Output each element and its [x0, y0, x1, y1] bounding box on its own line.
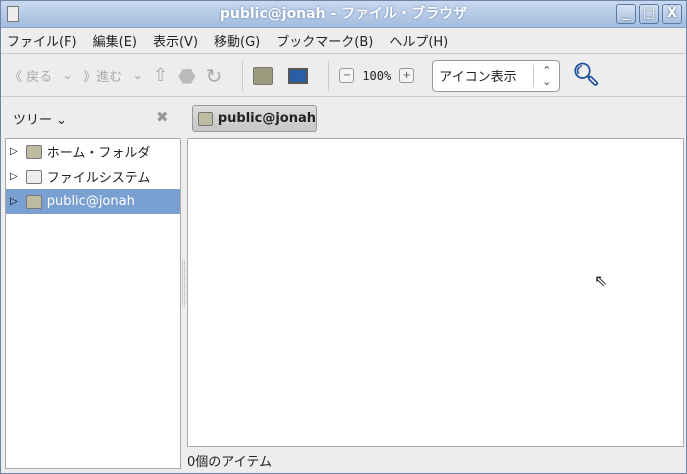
expander-icon[interactable]: ▷ — [10, 171, 18, 182]
chevron-down-icon: ⌄ — [52, 113, 68, 128]
network-folder-icon — [25, 194, 42, 209]
path-button-label: public@jonah — [217, 111, 316, 126]
menu-bookmarks[interactable]: ブックマーク(B) — [276, 31, 373, 50]
zoom-out-button[interactable]: − — [339, 68, 355, 83]
file-browser-window: public@jonah - ファイル・ブラウザ _ □ X ファイル(F) 編… — [0, 0, 687, 474]
file-view[interactable]: ⇖ — [187, 138, 684, 447]
menu-bar: ファイル(F) 編集(E) 表示(V) 移動(G) ブックマーク(B) ヘルプ(… — [1, 28, 686, 54]
menu-view[interactable]: 表示(V) — [153, 31, 198, 50]
sidebar-tree: ▷ ホーム・フォルダ ▷ ファイルシステム ▷ public@jonah — [5, 138, 181, 469]
zoom-level: 100% — [362, 68, 392, 83]
sidebar-type-dropdown[interactable]: ツリー ⌄ — [13, 109, 67, 128]
forward-arrow-icon: 》 — [83, 70, 97, 85]
tree-item-filesystem[interactable]: ▷ ファイルシステム — [6, 164, 180, 189]
tree-item-home[interactable]: ▷ ホーム・フォルダ — [6, 139, 180, 164]
expander-icon[interactable]: ▷ — [10, 146, 18, 157]
back-history-chevron-icon[interactable]: ⌄ — [62, 68, 73, 83]
home-folder-icon — [25, 144, 42, 159]
back-arrow-icon: 《 — [9, 70, 27, 85]
tree-item-public-jonah[interactable]: ▷ public@jonah — [6, 189, 180, 214]
stop-icon: ⬣ — [178, 63, 196, 88]
up-arrow-icon: ⇧ — [153, 65, 169, 86]
menu-edit[interactable]: 編集(E) — [93, 31, 137, 50]
sidebar-close-icon[interactable]: ✖ — [156, 108, 169, 126]
forward-history-chevron-icon[interactable]: ⌄ — [132, 68, 143, 83]
expander-icon[interactable]: ▷ — [10, 196, 18, 207]
view-mode-value: アイコン表示 — [439, 70, 517, 85]
maximize-button[interactable]: □ — [639, 4, 659, 24]
back-label: 戻る — [26, 70, 53, 85]
toolbar-separator — [328, 60, 330, 91]
forward-button[interactable]: 》進む ⌄ — [83, 66, 143, 85]
toolbar-separator — [242, 60, 244, 91]
network-folder-icon — [198, 111, 213, 126]
title-bar: public@jonah - ファイル・ブラウザ _ □ X — [1, 1, 686, 28]
menu-go[interactable]: 移動(G) — [214, 31, 260, 50]
tree-item-label: public@jonah — [46, 194, 135, 209]
forward-label: 進む — [96, 70, 123, 85]
minimize-button[interactable]: _ — [616, 4, 636, 24]
close-button[interactable]: X — [662, 4, 682, 24]
tree-item-label: ファイルシステム — [46, 171, 151, 186]
search-icon[interactable]: 🔍︎ — [572, 63, 600, 88]
menu-file[interactable]: ファイル(F) — [7, 31, 77, 50]
stop-button[interactable]: ⬣ — [178, 64, 195, 88]
sidebar-title: ツリー — [13, 113, 53, 128]
view-mode-select[interactable]: アイコン表示 ⌃ ⌄ — [432, 59, 561, 92]
pane-resize-handle[interactable] — [182, 261, 185, 306]
home-button[interactable] — [253, 66, 278, 85]
zoom-in-button[interactable]: + — [399, 68, 415, 83]
updown-chevron-icon: ⌃ ⌄ — [533, 64, 559, 87]
toolbar: 《 戻る ⌄ 》進む ⌄ ⇧ ⬣ ↻ − 100% + アイコン表示 ⌃ ⌄ 🔍︎ — [1, 55, 686, 97]
back-button[interactable]: 《 戻る ⌄ — [9, 66, 73, 85]
path-button[interactable]: public@jonah — [192, 105, 317, 132]
computer-icon — [288, 67, 309, 84]
tree-item-label: ホーム・フォルダ — [46, 146, 151, 161]
reload-icon: ↻ — [205, 63, 223, 88]
menu-help[interactable]: ヘルプ(H) — [389, 31, 448, 50]
mouse-cursor-icon: ⇖ — [594, 271, 608, 290]
reload-button[interactable]: ↻ — [206, 64, 223, 88]
app-icon[interactable] — [7, 6, 19, 22]
computer-button[interactable] — [288, 67, 309, 84]
status-bar: 0個のアイテム — [187, 455, 272, 470]
filesystem-icon — [25, 169, 42, 184]
home-folder-icon — [253, 66, 274, 85]
up-button[interactable]: ⇧ — [153, 65, 168, 86]
window-title: public@jonah - ファイル・ブラウザ — [219, 6, 468, 22]
